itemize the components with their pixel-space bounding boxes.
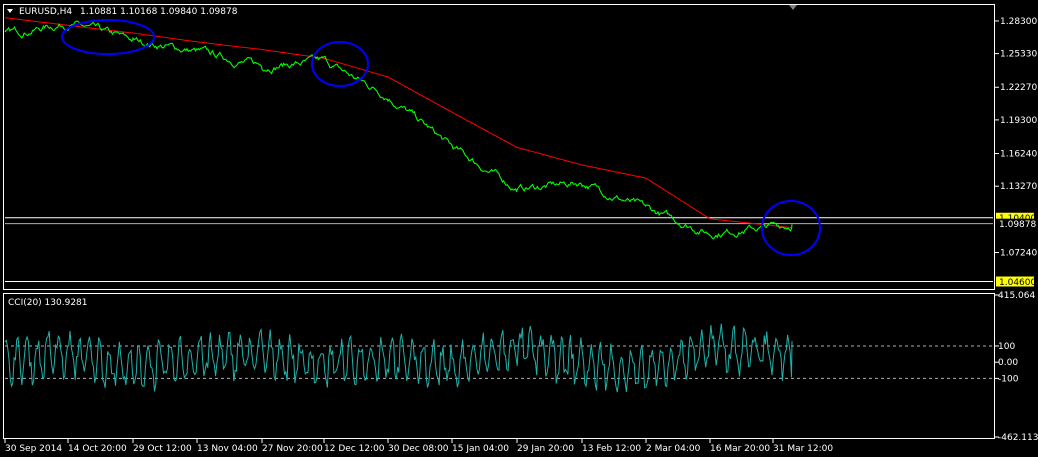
time-tick-label: 16 Mar 20:00 bbox=[710, 444, 770, 454]
cci-tick-label: 415.064 bbox=[998, 291, 1035, 301]
time-tick-label: 29 Oct 12:00 bbox=[133, 444, 192, 454]
current-price-tag: 1.09878 bbox=[999, 220, 1036, 230]
time-tick-label: 27 Nov 20:00 bbox=[262, 444, 323, 454]
cci-tick-label: -462.1133 bbox=[998, 433, 1038, 443]
time-tick-label: 31 Mar 12:00 bbox=[773, 444, 833, 454]
price-tick-label: 1.28300 bbox=[1000, 17, 1037, 27]
time-tick-label: 13 Nov 04:00 bbox=[197, 444, 258, 454]
ohlc-readout: 1.10881 1.10168 1.09840 1.09878 bbox=[80, 7, 238, 17]
price-tick-label: 1.13270 bbox=[1000, 182, 1037, 192]
cci-tick-label: 0.00 bbox=[998, 358, 1018, 368]
price-tick-label: 1.22270 bbox=[1000, 83, 1037, 93]
time-tick-label: 29 Jan 20:00 bbox=[517, 444, 574, 454]
time-tick-label: 2 Mar 04:00 bbox=[646, 444, 701, 454]
time-tick-label: 30 Sep 2014 bbox=[5, 444, 62, 454]
time-tick-label: 13 Feb 12:00 bbox=[582, 444, 641, 454]
time-tick-label: 15 Jan 04:00 bbox=[452, 444, 509, 454]
symbol-label: EURUSD,H4 bbox=[19, 7, 72, 17]
price-tick-label: 1.07240 bbox=[1000, 248, 1037, 258]
price-tick-label: 1.19300 bbox=[1000, 116, 1037, 126]
time-tick-label: 30 Dec 08:00 bbox=[388, 444, 449, 454]
cci-tick-label: 100 bbox=[998, 342, 1015, 352]
cci-label: CCI(20) 130.9281 bbox=[8, 298, 88, 308]
price-tick-label: 1.16240 bbox=[1000, 150, 1037, 160]
time-tick-label: 12 Dec 12:00 bbox=[324, 444, 385, 454]
price-tick-label: 1.25330 bbox=[1000, 50, 1037, 60]
lower-level-tag: 1.04600 bbox=[999, 278, 1036, 288]
chart-window[interactable]: EURUSD,H4 1.10881 1.10168 1.09840 1.0987… bbox=[0, 0, 1038, 457]
cci-tick-label: -100 bbox=[998, 374, 1019, 384]
time-tick-label: 14 Oct 20:00 bbox=[68, 444, 127, 454]
chart-background bbox=[0, 0, 1038, 457]
